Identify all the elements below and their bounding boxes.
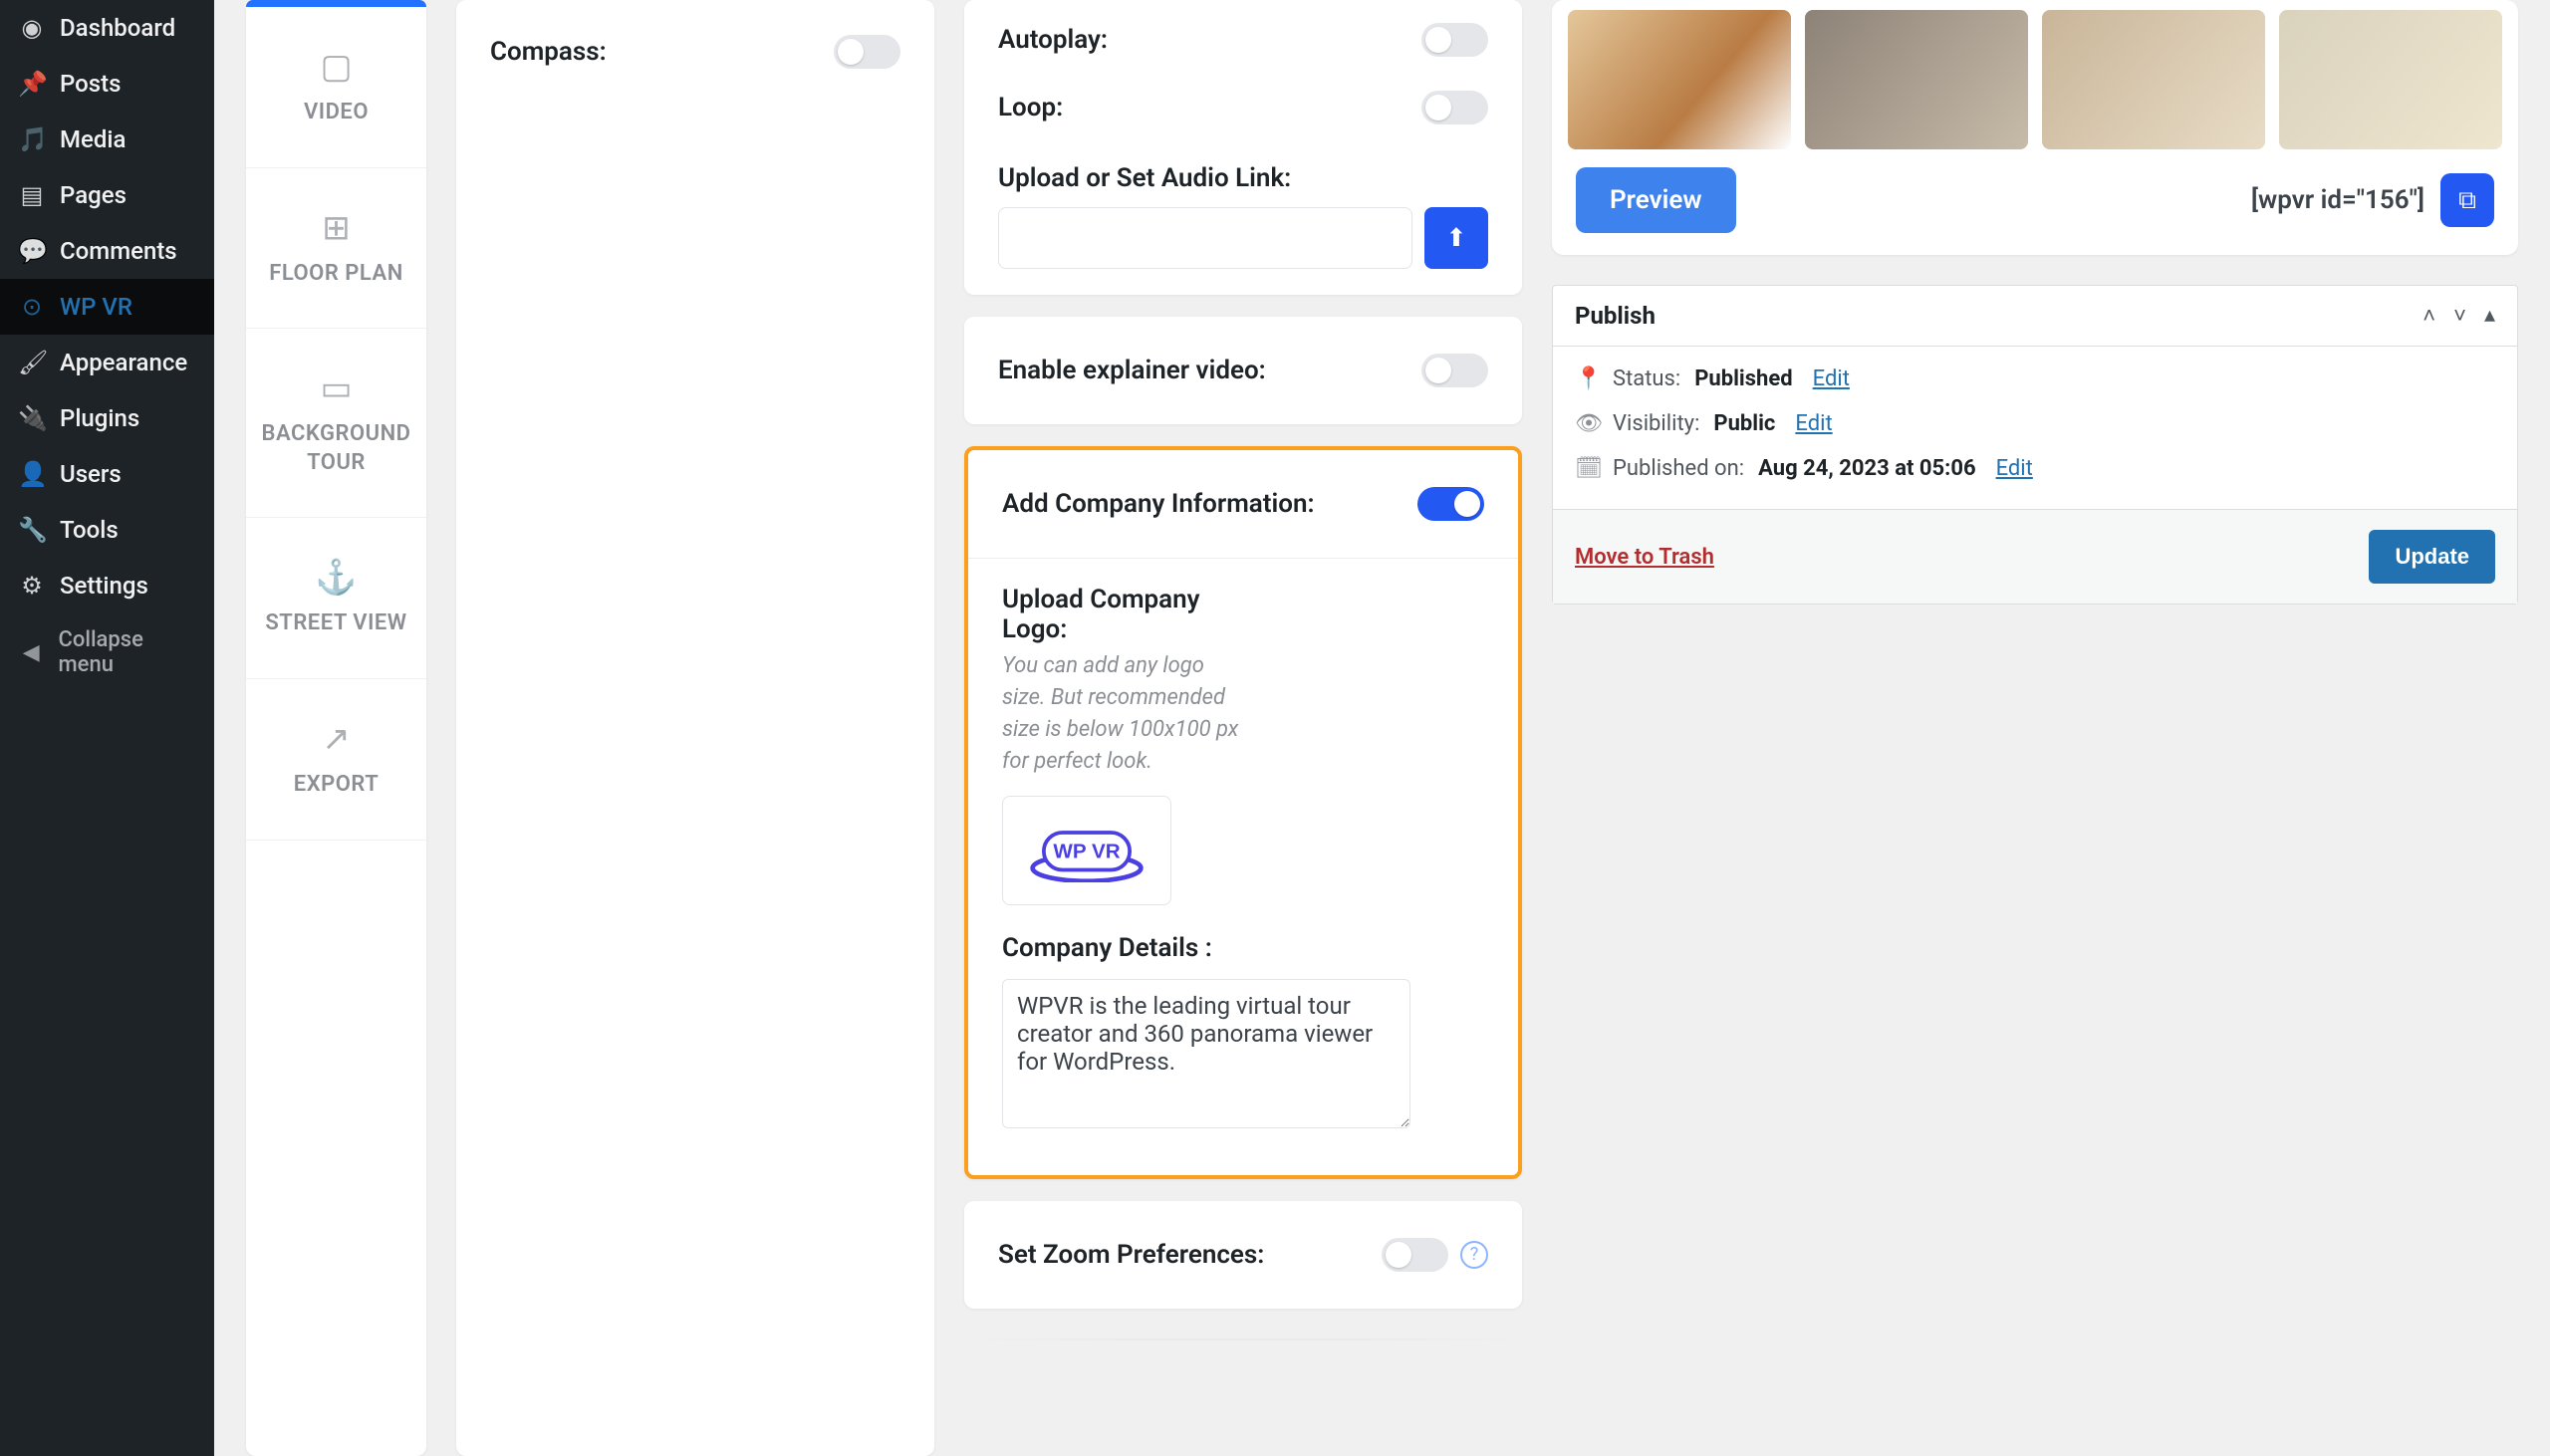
scene-thumbnail[interactable] xyxy=(1568,10,1791,149)
video-icon: ▢ xyxy=(320,47,352,87)
audio-link-input[interactable] xyxy=(998,207,1412,269)
tab-street-view[interactable]: ⚓STREET VIEW xyxy=(246,518,426,679)
zoom-card: Set Zoom Preferences: ? xyxy=(964,1201,1522,1309)
upload-logo-label: Upload Company Logo: xyxy=(1002,585,1221,644)
sidebar-item-dashboard[interactable]: ◉Dashboard xyxy=(0,0,214,56)
move-to-trash-link[interactable]: Move to Trash xyxy=(1575,545,1714,570)
scene-thumbnail[interactable] xyxy=(2279,10,2502,149)
floorplan-icon: ⊞ xyxy=(322,208,351,248)
compass-toggle[interactable] xyxy=(834,35,900,69)
published-on-value: Aug 24, 2023 at 05:06 xyxy=(1758,456,1975,481)
sidebar-item-comments[interactable]: 💬Comments xyxy=(0,223,214,279)
settings-icon: ⚙ xyxy=(18,572,46,600)
company-info-heading: Add Company Information: xyxy=(1002,489,1315,519)
explainer-toggle[interactable] xyxy=(1421,354,1488,387)
sidebar-item-pages[interactable]: ▤Pages xyxy=(0,167,214,223)
company-logo-upload[interactable]: WP VR xyxy=(1002,796,1171,905)
company-details-label: Company Details : xyxy=(1002,933,1484,963)
tools-icon: 🔧 xyxy=(18,516,46,544)
explainer-card: Enable explainer video: xyxy=(964,317,1522,424)
edit-status-link[interactable]: Edit xyxy=(1813,366,1850,391)
tab-export[interactable]: ↗EXPORT xyxy=(246,679,426,841)
panel-up-icon[interactable]: ˄ xyxy=(2422,303,2435,329)
visibility-value: Public xyxy=(1713,411,1775,436)
calendar-icon: 🗓 xyxy=(1575,456,1599,481)
settings-tab-strip: ▢VIDEO ⊞FLOOR PLAN ▭BACKGROUND TOUR ⚓STR… xyxy=(246,0,426,1456)
status-value: Published xyxy=(1694,366,1792,391)
appearance-icon: 🖌 xyxy=(18,349,46,376)
svg-text:WP VR: WP VR xyxy=(1053,840,1120,862)
panel-toggle-icon[interactable]: ▴ xyxy=(2484,303,2495,329)
autoplay-label: Autoplay: xyxy=(998,25,1108,55)
dashboard-icon: ◉ xyxy=(18,14,46,42)
sidebar-item-posts[interactable]: 📌Posts xyxy=(0,56,214,112)
wpvr-icon: ⊙ xyxy=(18,293,46,321)
status-label: Status: xyxy=(1613,366,1680,391)
plugins-icon: 🔌 xyxy=(18,404,46,432)
wpvr-logo-icon: WP VR xyxy=(1012,818,1161,883)
preview-gallery: Preview [wpvr id="156"] ⧉ xyxy=(1552,0,2518,255)
tab-video[interactable]: ▢VIDEO xyxy=(246,7,426,168)
published-on-label: Published on: xyxy=(1613,456,1744,481)
upload-icon: ⬆ xyxy=(1446,223,1467,253)
collapse-icon: ◀ xyxy=(18,640,45,665)
sidebar-item-settings[interactable]: ⚙Settings xyxy=(0,558,214,613)
panel-down-icon[interactable]: ˅ xyxy=(2453,303,2466,329)
tab-floor-plan[interactable]: ⊞FLOOR PLAN xyxy=(246,168,426,330)
edit-date-link[interactable]: Edit xyxy=(1996,456,2033,481)
sidebar-item-tools[interactable]: 🔧Tools xyxy=(0,502,214,558)
compass-card: Compass: xyxy=(456,0,934,1456)
zoom-help-icon[interactable]: ? xyxy=(1460,1241,1488,1269)
preview-button[interactable]: Preview xyxy=(1576,167,1736,233)
loop-toggle[interactable] xyxy=(1421,91,1488,124)
visibility-label: Visibility: xyxy=(1613,411,1699,436)
sidebar-item-users[interactable]: 👤Users xyxy=(0,446,214,502)
loop-label: Loop: xyxy=(998,93,1063,122)
shortcode-text: [wpvr id="156"] xyxy=(2251,185,2424,215)
publish-box: Publish ˄ ˅ ▴ 📍 Status: Published Edit xyxy=(1552,285,2518,605)
sidebar-collapse[interactable]: ◀Collapse menu xyxy=(0,613,214,691)
streetview-icon: ⚓ xyxy=(315,558,357,598)
users-icon: 👤 xyxy=(18,460,46,488)
upload-audio-label: Upload or Set Audio Link: xyxy=(998,163,1488,193)
posts-icon: 📌 xyxy=(18,70,46,98)
media-icon: 🎵 xyxy=(18,125,46,153)
copy-shortcode-button[interactable]: ⧉ xyxy=(2440,173,2494,227)
sidebar-item-appearance[interactable]: 🖌Appearance xyxy=(0,335,214,390)
pin-icon: 📍 xyxy=(1575,366,1599,391)
explainer-label: Enable explainer video: xyxy=(998,356,1266,385)
wp-admin-sidebar: ◉Dashboard 📌Posts 🎵Media ▤Pages 💬Comment… xyxy=(0,0,214,1456)
sidebar-item-media[interactable]: 🎵Media xyxy=(0,112,214,167)
company-details-textarea[interactable] xyxy=(1002,979,1410,1128)
pages-icon: ▤ xyxy=(18,181,46,209)
zoom-toggle[interactable] xyxy=(1382,1238,1448,1272)
scene-thumbnail[interactable] xyxy=(1805,10,2028,149)
section-divider xyxy=(964,1338,1522,1340)
zoom-label: Set Zoom Preferences: xyxy=(998,1240,1264,1270)
upload-logo-hint: You can add any logo size. But recommend… xyxy=(1002,650,1251,778)
edit-visibility-link[interactable]: Edit xyxy=(1795,411,1832,436)
update-button[interactable]: Update xyxy=(2369,530,2495,584)
bgtour-icon: ▭ xyxy=(320,368,352,408)
audio-card: Autoplay: Loop: Upload or Set Audio Link… xyxy=(964,0,1522,295)
eye-icon: 👁 xyxy=(1575,411,1599,436)
scene-thumbnail[interactable] xyxy=(2042,10,2265,149)
publish-box-title: Publish xyxy=(1575,302,1656,330)
compass-label: Compass: xyxy=(490,37,607,67)
autoplay-toggle[interactable] xyxy=(1421,23,1488,57)
comments-icon: 💬 xyxy=(18,237,46,265)
audio-upload-button[interactable]: ⬆ xyxy=(1424,207,1488,269)
copy-icon: ⧉ xyxy=(2458,186,2476,215)
export-icon: ↗ xyxy=(322,719,351,759)
tab-background-tour[interactable]: ▭BACKGROUND TOUR xyxy=(246,329,426,518)
sidebar-item-wpvr[interactable]: ⊙WP VR xyxy=(0,279,214,335)
sidebar-item-plugins[interactable]: 🔌Plugins xyxy=(0,390,214,446)
company-info-card: Add Company Information: Upload Company … xyxy=(964,446,1522,1179)
company-info-toggle[interactable] xyxy=(1417,487,1484,521)
